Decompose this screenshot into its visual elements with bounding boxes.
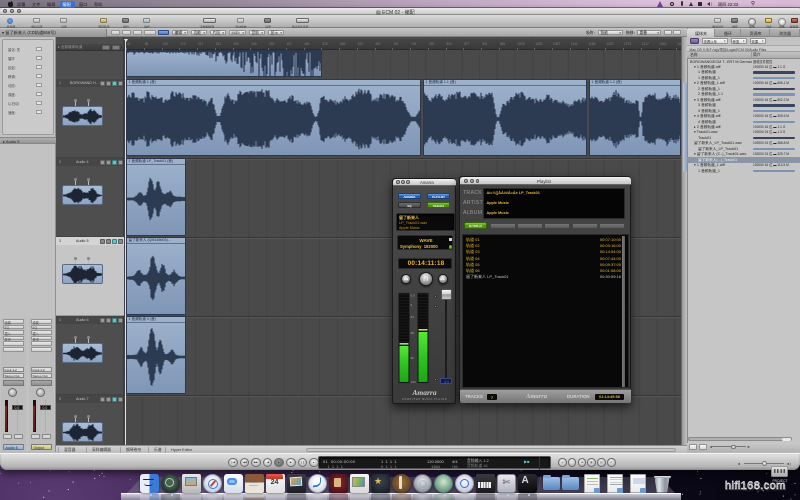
svg-text:48: 48 — [411, 331, 415, 335]
svg-text:144: 144 — [411, 380, 416, 384]
svg-text:0.0: 0.0 — [411, 294, 416, 298]
svg-text:24: 24 — [411, 315, 415, 319]
svg-text:6: 6 — [411, 303, 413, 307]
svg-text:96: 96 — [411, 356, 415, 360]
